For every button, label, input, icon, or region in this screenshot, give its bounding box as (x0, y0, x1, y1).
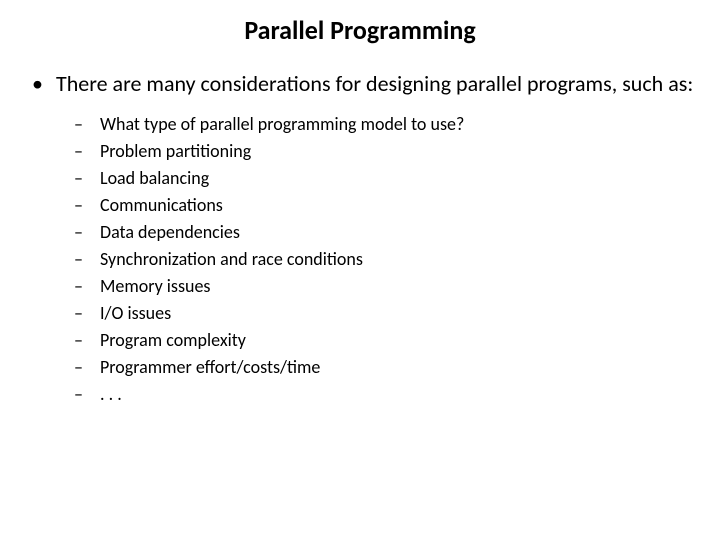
list-item-text: Synchronization and race conditions (100, 247, 700, 271)
dash-icon: – (74, 112, 100, 136)
list-item-text: Programmer effort/costs/time (100, 355, 700, 379)
list-item-text: Load balancing (100, 166, 700, 190)
list-item: – . . . (74, 382, 700, 406)
list-item: – What type of parallel programming mode… (74, 112, 700, 136)
list-item-text: Program complexity (100, 328, 700, 352)
dash-icon: – (74, 139, 100, 163)
dash-icon: – (74, 301, 100, 325)
list-item: – I/O issues (74, 301, 700, 325)
dash-icon: – (74, 382, 100, 406)
list-item: – Programmer effort/costs/time (74, 355, 700, 379)
dash-icon: – (74, 274, 100, 298)
main-bullet-text: There are many considerations for design… (56, 70, 700, 98)
list-item-text: Communications (100, 193, 700, 217)
list-item-text: Problem partitioning (100, 139, 700, 163)
main-bullet: • There are many considerations for desi… (32, 70, 700, 98)
list-item: – Program complexity (74, 328, 700, 352)
dash-icon: – (74, 166, 100, 190)
slide: Parallel Programming • There are many co… (0, 0, 720, 540)
list-item-text: What type of parallel programming model … (100, 112, 700, 136)
list-item: – Problem partitioning (74, 139, 700, 163)
list-item: – Load balancing (74, 166, 700, 190)
dash-icon: – (74, 193, 100, 217)
list-item-text: I/O issues (100, 301, 700, 325)
list-item: – Memory issues (74, 274, 700, 298)
list-item-text: . . . (100, 382, 700, 406)
dash-icon: – (74, 220, 100, 244)
slide-title: Parallel Programming (20, 14, 700, 46)
bullet-disc-icon: • (32, 70, 56, 98)
list-item-text: Data dependencies (100, 220, 700, 244)
list-item: – Data dependencies (74, 220, 700, 244)
dash-icon: – (74, 328, 100, 352)
dash-icon: – (74, 247, 100, 271)
dash-icon: – (74, 355, 100, 379)
list-item: – Communications (74, 193, 700, 217)
list-item-text: Memory issues (100, 274, 700, 298)
list-item: – Synchronization and race conditions (74, 247, 700, 271)
sub-list: – What type of parallel programming mode… (74, 112, 700, 406)
